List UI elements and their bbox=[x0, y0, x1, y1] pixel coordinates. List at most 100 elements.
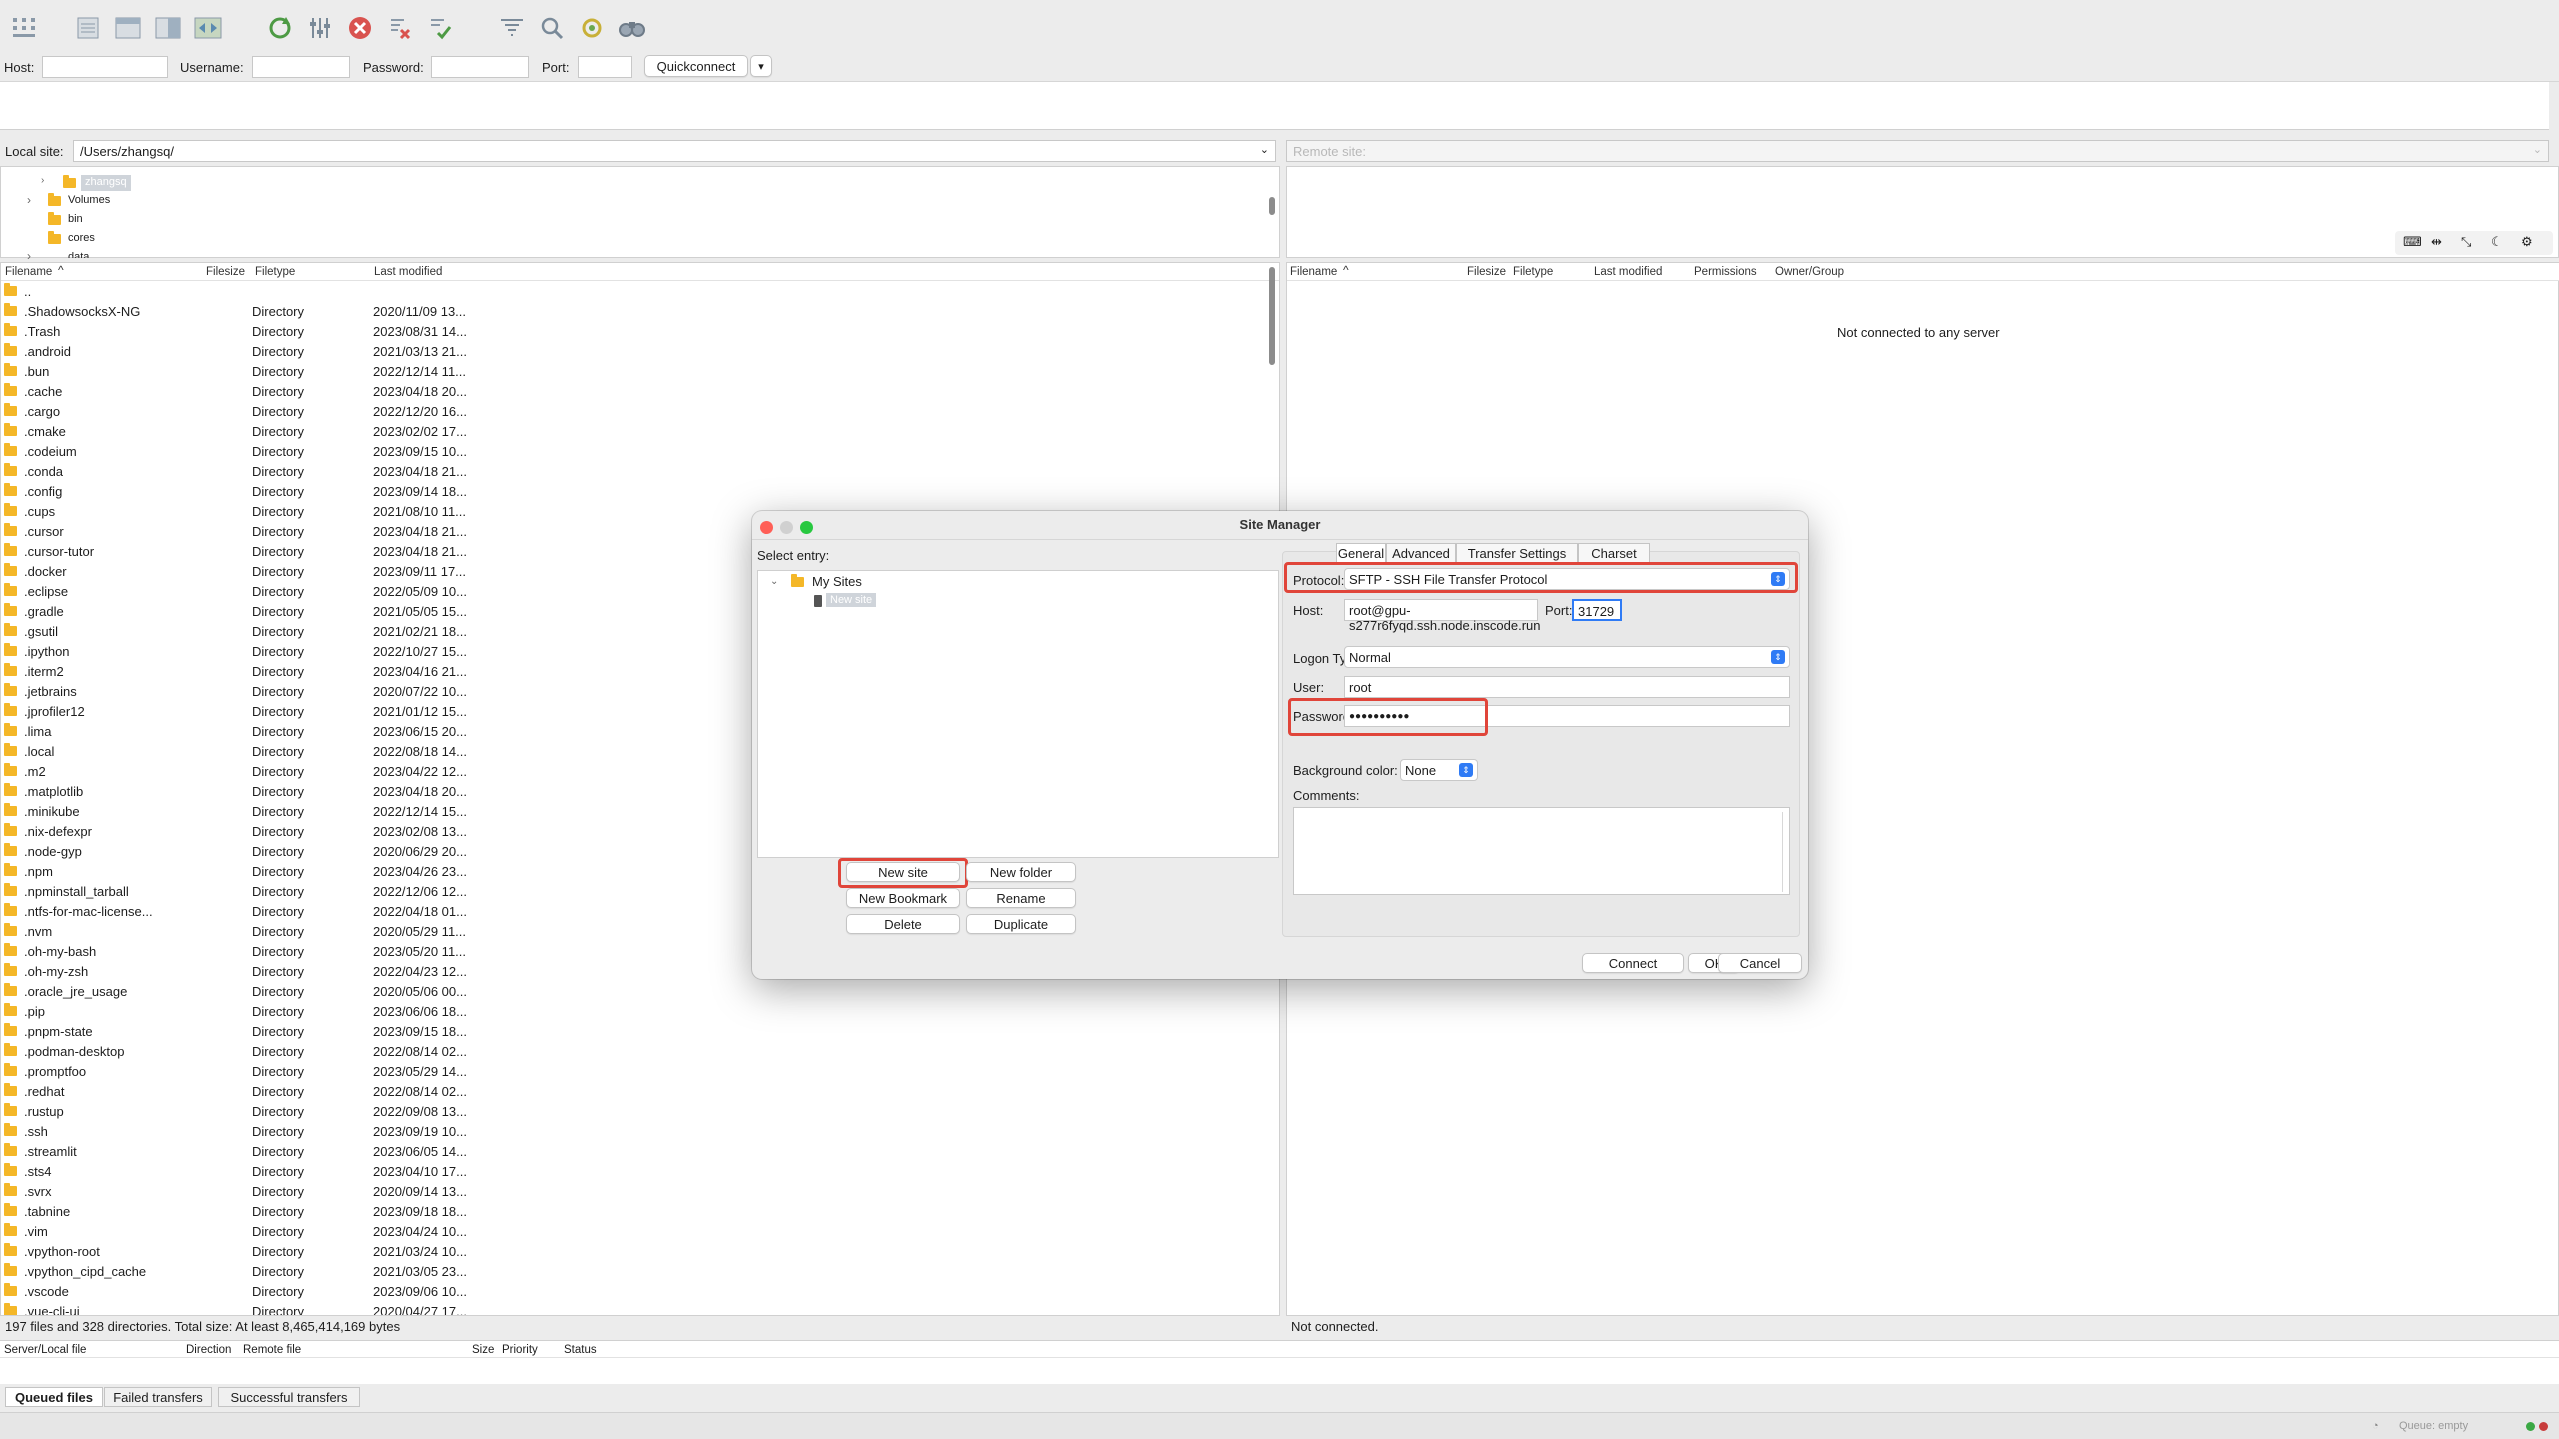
tree-item-volumes[interactable]: Volumes bbox=[68, 194, 110, 206]
column-last-modified[interactable]: Last modified bbox=[1594, 266, 1662, 278]
column-size[interactable]: Size bbox=[472, 1344, 494, 1356]
tab-successful-transfers[interactable]: Successful transfers bbox=[218, 1387, 360, 1407]
file-row[interactable]: .vim Directory 2023/04/24 10... bbox=[1, 1221, 1263, 1241]
file-row[interactable]: .sts4 Directory 2023/04/10 17... bbox=[1, 1161, 1263, 1181]
file-row[interactable]: .vue-cli-ui Directory 2020/04/27 17... bbox=[1, 1301, 1263, 1315]
tree-item-data[interactable]: data bbox=[68, 251, 89, 258]
keyboard-icon[interactable]: ⌨ bbox=[2403, 234, 2422, 250]
tab-general[interactable]: General bbox=[1336, 543, 1386, 563]
file-row[interactable]: .vpython_cipd_cache Directory 2021/03/05 2… bbox=[1, 1261, 1263, 1281]
column-owner-group[interactable]: Owner/Group bbox=[1775, 266, 1844, 278]
cancel-button[interactable]: Cancel bbox=[1718, 953, 1802, 973]
file-row[interactable]: .Trash Directory 2023/08/31 14... bbox=[1, 321, 1263, 341]
search-icon[interactable] bbox=[536, 12, 568, 44]
quickconnect-dropdown-button[interactable]: ▾ bbox=[750, 55, 772, 77]
sync-browse-icon[interactable] bbox=[576, 12, 608, 44]
new-bookmark-button[interactable]: New Bookmark bbox=[846, 888, 960, 908]
tree-item-my-sites[interactable]: My Sites bbox=[812, 574, 862, 589]
tab-transfer-settings[interactable]: Transfer Settings bbox=[1456, 543, 1578, 563]
column-server-local-file[interactable]: Server/Local file bbox=[4, 1344, 86, 1356]
chevron-down-icon[interactable]: ⌄ bbox=[770, 576, 778, 587]
column-filename[interactable]: Filename bbox=[1290, 266, 1337, 278]
tree-scrollbar[interactable] bbox=[1269, 197, 1275, 215]
column-permissions[interactable]: Permissions bbox=[1694, 266, 1757, 278]
file-row[interactable]: .ssh Directory 2023/09/19 10... bbox=[1, 1121, 1263, 1141]
column-remote-file[interactable]: Remote file bbox=[243, 1344, 301, 1356]
logon-type-select[interactable]: Normal ⇕ bbox=[1344, 646, 1790, 668]
cancel-icon[interactable] bbox=[344, 12, 376, 44]
tree-item-zhangsq[interactable]: zhangsq bbox=[81, 175, 131, 191]
directory-listing-filters-icon[interactable] bbox=[496, 12, 528, 44]
tree-item-bin[interactable]: bin bbox=[68, 213, 83, 225]
file-row[interactable]: .redhat Directory 2022/08/14 02... bbox=[1, 1081, 1263, 1101]
chevron-down-icon[interactable]: ⌄ bbox=[1260, 143, 1269, 156]
column-filesize[interactable]: Filesize bbox=[206, 266, 245, 278]
column-filesize[interactable]: Filesize bbox=[1467, 266, 1506, 278]
quickconnect-button[interactable]: Quickconnect bbox=[644, 55, 748, 77]
remote-path-input[interactable]: Remote site: ⌄ bbox=[1286, 140, 2549, 162]
file-row[interactable]: .svrx Directory 2020/09/14 13... bbox=[1, 1181, 1263, 1201]
site-manager-icon[interactable] bbox=[8, 12, 40, 44]
toggle-queue-icon[interactable] bbox=[192, 12, 224, 44]
column-filetype[interactable]: Filetype bbox=[255, 266, 295, 278]
tree-item-new-site[interactable]: New site bbox=[826, 593, 877, 607]
refresh-icon[interactable] bbox=[264, 12, 296, 44]
chevron-right-icon[interactable]: › bbox=[27, 193, 31, 207]
column-filetype[interactable]: Filetype bbox=[1513, 266, 1553, 278]
toggle-local-tree-icon[interactable] bbox=[112, 12, 144, 44]
file-row[interactable]: .podman-desktop Directory 2022/08/14 02... bbox=[1, 1041, 1263, 1061]
column-filename[interactable]: Filename bbox=[5, 266, 52, 278]
toggle-remote-tree-icon[interactable] bbox=[152, 12, 184, 44]
tab-charset[interactable]: Charset bbox=[1578, 543, 1650, 563]
file-row[interactable]: .vpython-root Directory 2021/03/24 10... bbox=[1, 1241, 1263, 1261]
moon-icon[interactable]: ☾ bbox=[2491, 234, 2503, 250]
toggle-log-icon[interactable] bbox=[72, 12, 104, 44]
host-input[interactable] bbox=[42, 56, 168, 78]
file-row[interactable]: .oracle_jre_usage Directory 2020/05/06 00.… bbox=[1, 981, 1263, 1001]
duplicate-button[interactable]: Duplicate bbox=[966, 914, 1076, 934]
chevron-down-icon[interactable]: ⌄ bbox=[2533, 143, 2542, 156]
filter-icon[interactable] bbox=[304, 12, 336, 44]
file-row[interactable]: .config Directory 2023/09/14 18... bbox=[1, 481, 1263, 501]
file-row[interactable]: .tabnine Directory 2023/09/18 18... bbox=[1, 1201, 1263, 1221]
tree-item-cores[interactable]: cores bbox=[68, 232, 95, 244]
reconnect-icon[interactable] bbox=[424, 12, 456, 44]
file-row[interactable]: .promptfoo Directory 2023/05/29 14... bbox=[1, 1061, 1263, 1081]
tab-failed-transfers[interactable]: Failed transfers bbox=[104, 1387, 212, 1407]
password-input[interactable] bbox=[431, 56, 529, 78]
file-row[interactable]: .vscode Directory 2023/09/06 10... bbox=[1, 1281, 1263, 1301]
file-row[interactable]: .pip Directory 2023/06/06 18... bbox=[1, 1001, 1263, 1021]
tab-queued-files[interactable]: Queued files bbox=[5, 1387, 103, 1407]
file-list-scrollbar[interactable] bbox=[1269, 267, 1275, 365]
local-path-input[interactable]: /Users/zhangsq/ ⌄ bbox=[73, 140, 1276, 162]
host-input[interactable]: root@gpu-s277r6fyqd.ssh.node.inscode.run bbox=[1344, 599, 1541, 633]
file-row[interactable]: .conda Directory 2023/04/18 21... bbox=[1, 461, 1263, 481]
file-row[interactable]: .cache Directory 2023/04/18 20... bbox=[1, 381, 1263, 401]
delete-button[interactable]: Delete bbox=[846, 914, 960, 934]
comments-textarea[interactable] bbox=[1293, 807, 1790, 895]
user-input[interactable]: root bbox=[1344, 676, 1790, 698]
column-priority[interactable]: Priority bbox=[502, 1344, 538, 1356]
file-row[interactable]: .rustup Directory 2022/09/08 13... bbox=[1, 1101, 1263, 1121]
file-row[interactable]: .cargo Directory 2022/12/20 16... bbox=[1, 401, 1263, 421]
chevron-right-icon[interactable]: › bbox=[41, 175, 44, 186]
connect-button[interactable]: Connect bbox=[1582, 953, 1684, 973]
port-input[interactable] bbox=[578, 56, 632, 78]
file-row[interactable]: .android Directory 2021/03/13 21... bbox=[1, 341, 1263, 361]
find-files-icon[interactable] bbox=[616, 12, 648, 44]
column-direction[interactable]: Direction bbox=[186, 1344, 231, 1356]
chevron-right-icon[interactable]: › bbox=[27, 249, 31, 263]
port-input[interactable]: 31729 bbox=[1572, 599, 1622, 621]
file-row[interactable]: .streamlit Directory 2023/06/05 14... bbox=[1, 1141, 1263, 1161]
column-status[interactable]: Status bbox=[564, 1344, 597, 1356]
file-row[interactable]: .codeium Directory 2023/09/15 10... bbox=[1, 441, 1263, 461]
rename-button[interactable]: Rename bbox=[966, 888, 1076, 908]
background-color-select[interactable]: None ⇕ bbox=[1400, 759, 1478, 781]
file-row[interactable]: .. bbox=[1, 281, 1263, 301]
expand-icon[interactable]: ⤡ bbox=[2461, 234, 2471, 250]
username-input[interactable] bbox=[252, 56, 350, 78]
file-row[interactable]: .cmake Directory 2023/02/02 17... bbox=[1, 421, 1263, 441]
tab-advanced[interactable]: Advanced bbox=[1386, 543, 1456, 563]
new-folder-button[interactable]: New folder bbox=[966, 862, 1076, 882]
column-last-modified[interactable]: Last modified bbox=[374, 266, 442, 278]
